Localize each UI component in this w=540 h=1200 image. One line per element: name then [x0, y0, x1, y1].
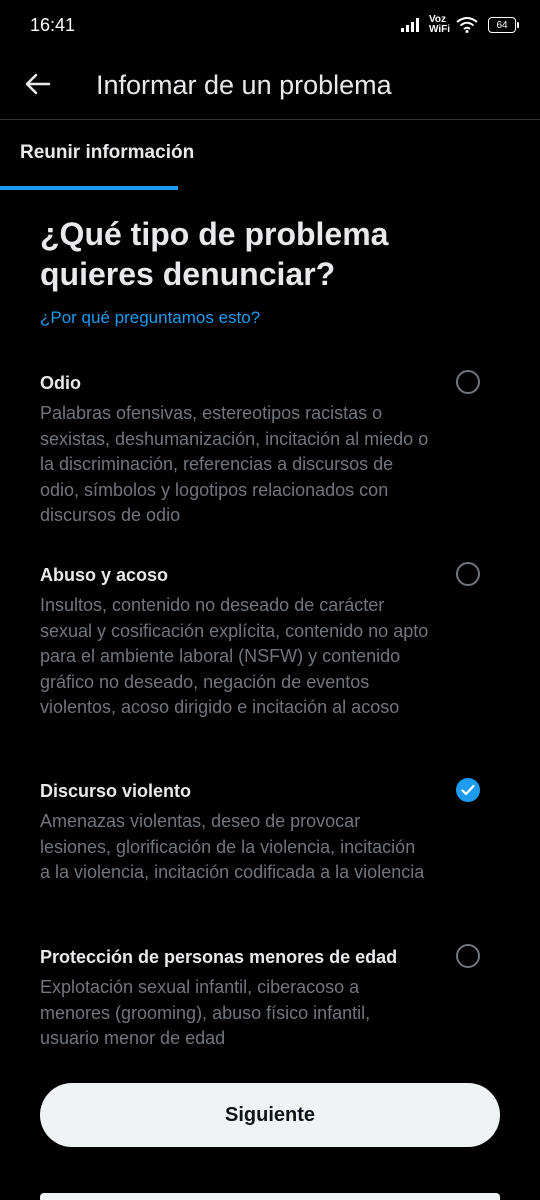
battery-icon: 64 [488, 17, 519, 33]
arrow-left-icon [25, 73, 51, 95]
step-tab-gather-info: Reunir información [20, 142, 195, 163]
status-icons: Voz WiFi 64 [400, 12, 519, 38]
option-description: Insultos, contenido no deseado de caráct… [40, 595, 429, 717]
wifi-icon [456, 17, 478, 33]
option-child-safety[interactable]: Protección de personas menores de edad E… [40, 944, 500, 1052]
step-progress-indicator [0, 186, 178, 190]
radio-button-selected[interactable] [456, 778, 480, 802]
partially-hidden-button [40, 1193, 500, 1200]
option-violent-speech[interactable]: Discurso violento Amenazas violentas, de… [40, 778, 500, 886]
option-hate[interactable]: Odio Palabras ofensivas, estereotipos ra… [40, 370, 500, 529]
wifi-label: WiFi [428, 24, 450, 35]
page-title: Informar de un problema [96, 70, 392, 100]
radio-button[interactable] [456, 370, 480, 394]
volte-indicator: Voz WiFi [429, 15, 450, 35]
header: Informar de un problema [0, 50, 540, 120]
option-description: Explotación sexual infantil, ciberacoso … [40, 977, 371, 1048]
option-description: Amenazas violentas, deseo de provocar le… [40, 811, 425, 882]
option-description: Palabras ofensivas, estereotipos racista… [40, 403, 429, 525]
battery-level: 64 [496, 19, 508, 31]
option-title: Abuso y acoso [40, 565, 169, 585]
status-bar: 16:41 Voz WiFi 64 [0, 0, 540, 50]
option-abuse-harassment[interactable]: Abuso y acoso Insultos, contenido no des… [40, 562, 500, 721]
radio-button[interactable] [456, 944, 480, 968]
option-title: Protección de personas menores de edad [40, 947, 398, 967]
option-title: Discurso violento [40, 781, 192, 801]
radio-button[interactable] [456, 562, 480, 586]
cellular-signal-icon [400, 18, 419, 32]
back-button[interactable] [22, 68, 54, 100]
next-button[interactable]: Siguiente [40, 1083, 500, 1147]
status-time: 16:41 [30, 15, 76, 35]
question-heading: ¿Qué tipo de problema quieres denunciar? [40, 216, 389, 292]
option-title: Odio [40, 373, 81, 393]
checkmark-icon [461, 784, 475, 796]
why-we-ask-link[interactable]: ¿Por qué preguntamos esto? [40, 308, 260, 328]
